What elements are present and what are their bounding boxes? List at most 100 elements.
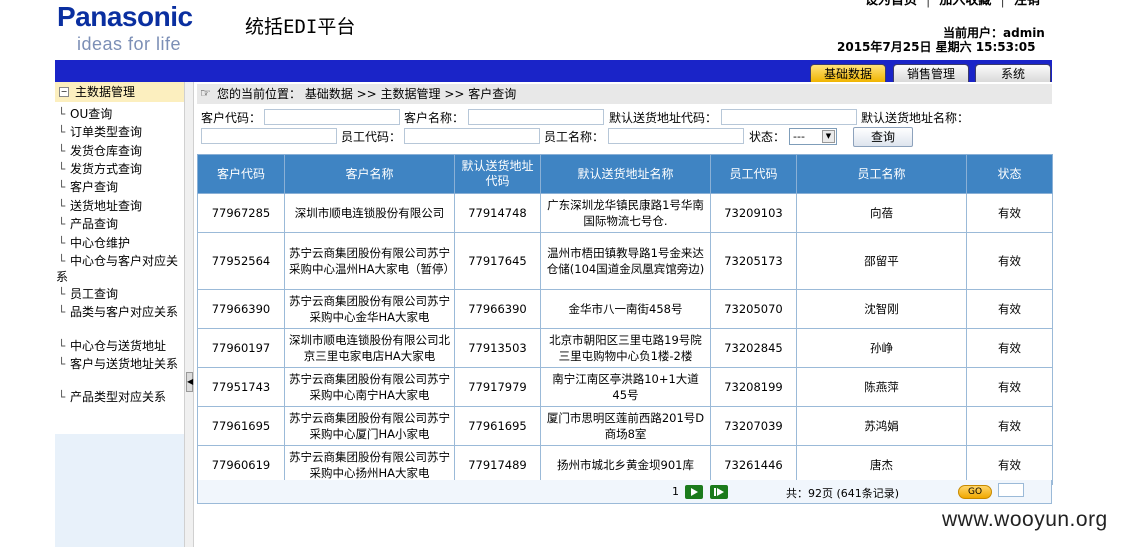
cell-employee-name: 向蓓 [796, 193, 967, 233]
sidebar-item-ou-query[interactable]: └ OU查询 [58, 106, 182, 122]
table-row[interactable]: 77967285 深圳市顺电连锁股份有限公司 77914748 广东深圳龙华镇民… [197, 193, 1053, 233]
cell-address-code: 77961695 [454, 406, 541, 446]
employee-code-label: 员工代码： [341, 130, 402, 144]
cell-customer-name: 深圳市顺电连锁股份有限公司北京三里屯家电店HA大家电 [284, 328, 455, 368]
default-address-name-input[interactable] [201, 128, 337, 144]
collapse-sidebar-icon[interactable]: ◀ [186, 372, 193, 392]
set-homepage-link[interactable]: 设为首页 [865, 0, 917, 8]
cell-address-name: 北京市朝阳区三里屯路19号院三里屯购物中心负1楼-2楼 [540, 328, 711, 368]
sidebar-item-product-type[interactable]: └ 产品类型对应关系 [58, 389, 182, 405]
cell-employee-name: 孙峥 [796, 328, 967, 368]
dropdown-arrow-icon[interactable]: ▼ [822, 130, 835, 143]
tab-system[interactable]: 系统 [975, 64, 1051, 82]
table-row[interactable]: 77966390 苏宁云商集团股份有限公司苏宁采购中心金华HA大家电 77966… [197, 289, 1053, 329]
cell-address-code: 77913503 [454, 328, 541, 368]
sidebar-item-product-query[interactable]: └ 产品查询 [58, 216, 182, 232]
cell-employee-name: 陈燕萍 [796, 367, 967, 407]
cell-employee-code: 73205070 [710, 289, 797, 329]
customer-code-input[interactable] [264, 109, 400, 125]
cell-customer-code: 77967285 [197, 193, 285, 233]
add-favorite-link[interactable]: 加入收藏 [939, 0, 991, 8]
sidebar-item-order-type-query[interactable]: └ 订单类型查询 [58, 124, 182, 140]
cell-address-name: 扬州市城北乡黄金坝901库 [540, 445, 711, 485]
results-table: 客户代码 客户名称 默认送货地址代码 默认送货地址名称 员工代码 员工名称 状态… [197, 154, 1053, 485]
cell-employee-name: 邵留平 [796, 232, 967, 290]
column-header: 状态 [966, 154, 1053, 194]
cell-address-code: 77917645 [454, 232, 541, 290]
tree-branch-icon: └ [58, 390, 66, 404]
sidebar-splitter[interactable] [184, 82, 194, 547]
go-button[interactable]: GO [958, 485, 992, 499]
sidebar-item-address-query[interactable]: └ 送货地址查询 [58, 198, 182, 214]
status-select-value: --- [793, 130, 805, 143]
customer-name-input[interactable] [468, 109, 604, 125]
cell-address-code: 77966390 [454, 289, 541, 329]
cell-employee-code: 73207039 [710, 406, 797, 446]
cell-address-code: 77914748 [454, 193, 541, 233]
sidebar-item-warehouse-address[interactable]: └ 中心仓与送货地址 [58, 338, 182, 354]
sidebar-item-employee-query[interactable]: └ 员工查询 [58, 286, 182, 302]
top-links: 设为首页 | 加入收藏 | 注销 [865, 0, 1040, 8]
site-title: 统括EDI平台 [245, 16, 356, 38]
tab-sales-management[interactable]: 销售管理 [893, 64, 969, 82]
separator: | [1000, 0, 1005, 8]
tree-branch-icon: └ [58, 236, 66, 250]
sidebar-root-master-data[interactable]: − 主数据管理 [55, 82, 184, 102]
watermark: www.wooyun.org [942, 508, 1108, 531]
results-table-container: 客户代码 客户名称 默认送货地址代码 默认送货地址名称 员工代码 员工名称 状态… [197, 154, 1053, 485]
sidebar-item-category-customer[interactable]: └ 品类与客户对应关系 [56, 304, 182, 320]
cell-customer-name: 苏宁云商集团股份有限公司苏宁采购中心南宁HA大家电 [284, 367, 455, 407]
cell-address-code: 77917489 [454, 445, 541, 485]
tree-branch-icon: └ [58, 162, 66, 176]
cell-employee-code: 73261446 [710, 445, 797, 485]
cell-status: 有效 [966, 289, 1053, 329]
breadcrumb-text: 您的当前位置： 基础数据 >> 主数据管理 >> 客户查询 [217, 87, 517, 101]
cell-status: 有效 [966, 406, 1053, 446]
cell-employee-code: 73208199 [710, 367, 797, 407]
next-page-icon [691, 488, 698, 496]
default-address-code-input[interactable] [721, 109, 857, 125]
sidebar-item-customer-query[interactable]: └ 客户查询 [58, 179, 182, 195]
status-select[interactable]: --- ▼ [789, 128, 837, 145]
tree-branch-icon: └ [58, 144, 66, 158]
tree-branch-icon: └ [58, 305, 66, 319]
table-row[interactable]: 77961695 苏宁云商集团股份有限公司苏宁采购中心厦门HA小家电 77961… [197, 406, 1053, 446]
table-row[interactable]: 77951743 苏宁云商集团股份有限公司苏宁采购中心南宁HA大家电 77917… [197, 367, 1053, 407]
query-button[interactable]: 查询 [853, 127, 913, 147]
logout-link[interactable]: 注销 [1014, 0, 1040, 8]
table-row[interactable]: 77952564 苏宁云商集团股份有限公司苏宁采购中心温州HA大家电（暂停） 7… [197, 232, 1053, 290]
tab-basic-data[interactable]: 基础数据 [810, 64, 886, 82]
employee-name-input[interactable] [608, 128, 744, 144]
cell-address-name: 温州市梧田镇教导路1号金来达仓储(104国道金凤凰宾馆旁边) [540, 232, 711, 290]
header: Panasonic ideas for life 统括EDI平台 设为首页 | 加入… [55, 0, 1052, 60]
cell-employee-name: 苏鸿娟 [796, 406, 967, 446]
last-page-button[interactable] [710, 485, 728, 499]
separator: | [926, 0, 931, 8]
cell-employee-code: 73202845 [710, 328, 797, 368]
customer-code-label: 客户代码： [201, 111, 262, 125]
cell-customer-name: 深圳市顺电连锁股份有限公司 [284, 193, 455, 233]
cell-customer-name: 苏宁云商集团股份有限公司苏宁采购中心扬州HA大家电 [284, 445, 455, 485]
next-page-button[interactable] [685, 485, 703, 499]
employee-code-input[interactable] [404, 128, 540, 144]
sidebar-item-shipping-method-query[interactable]: └ 发货方式查询 [58, 161, 182, 177]
default-address-code-label: 默认送货地址代码： [609, 111, 718, 125]
cell-customer-code: 77960197 [197, 328, 285, 368]
cell-address-name: 广东深圳龙华镇民康路1号华南国际物流七号仓. [540, 193, 711, 233]
table-row[interactable]: 77960619 苏宁云商集团股份有限公司苏宁采购中心扬州HA大家电 77917… [197, 445, 1053, 485]
sidebar-item-central-warehouse[interactable]: └ 中心仓维护 [58, 235, 182, 251]
tree-branch-icon: └ [58, 199, 66, 213]
goto-page-input[interactable] [998, 483, 1024, 497]
tree-branch-icon: └ [58, 180, 66, 194]
pagination-bar: 1 共：92页 (641条记录) GO [197, 480, 1052, 504]
cell-employee-code: 73209103 [710, 193, 797, 233]
sidebar-item-customer-address[interactable]: └ 客户与送货地址关系 [56, 356, 182, 372]
collapse-icon[interactable]: − [59, 87, 69, 97]
column-header: 默认送货地址名称 [540, 154, 711, 194]
sidebar-item-warehouse-customer[interactable]: └ 中心仓与客户对应关系 [56, 253, 182, 285]
cell-employee-name: 唐杰 [796, 445, 967, 485]
brand-slogan: ideas for life [77, 34, 182, 54]
sidebar-item-warehouse-query[interactable]: └ 发货仓库查询 [58, 143, 182, 159]
main-nav: 基础数据 销售管理 系统 [55, 60, 1052, 82]
table-row[interactable]: 77960197 深圳市顺电连锁股份有限公司北京三里屯家电店HA大家电 7791… [197, 328, 1053, 368]
